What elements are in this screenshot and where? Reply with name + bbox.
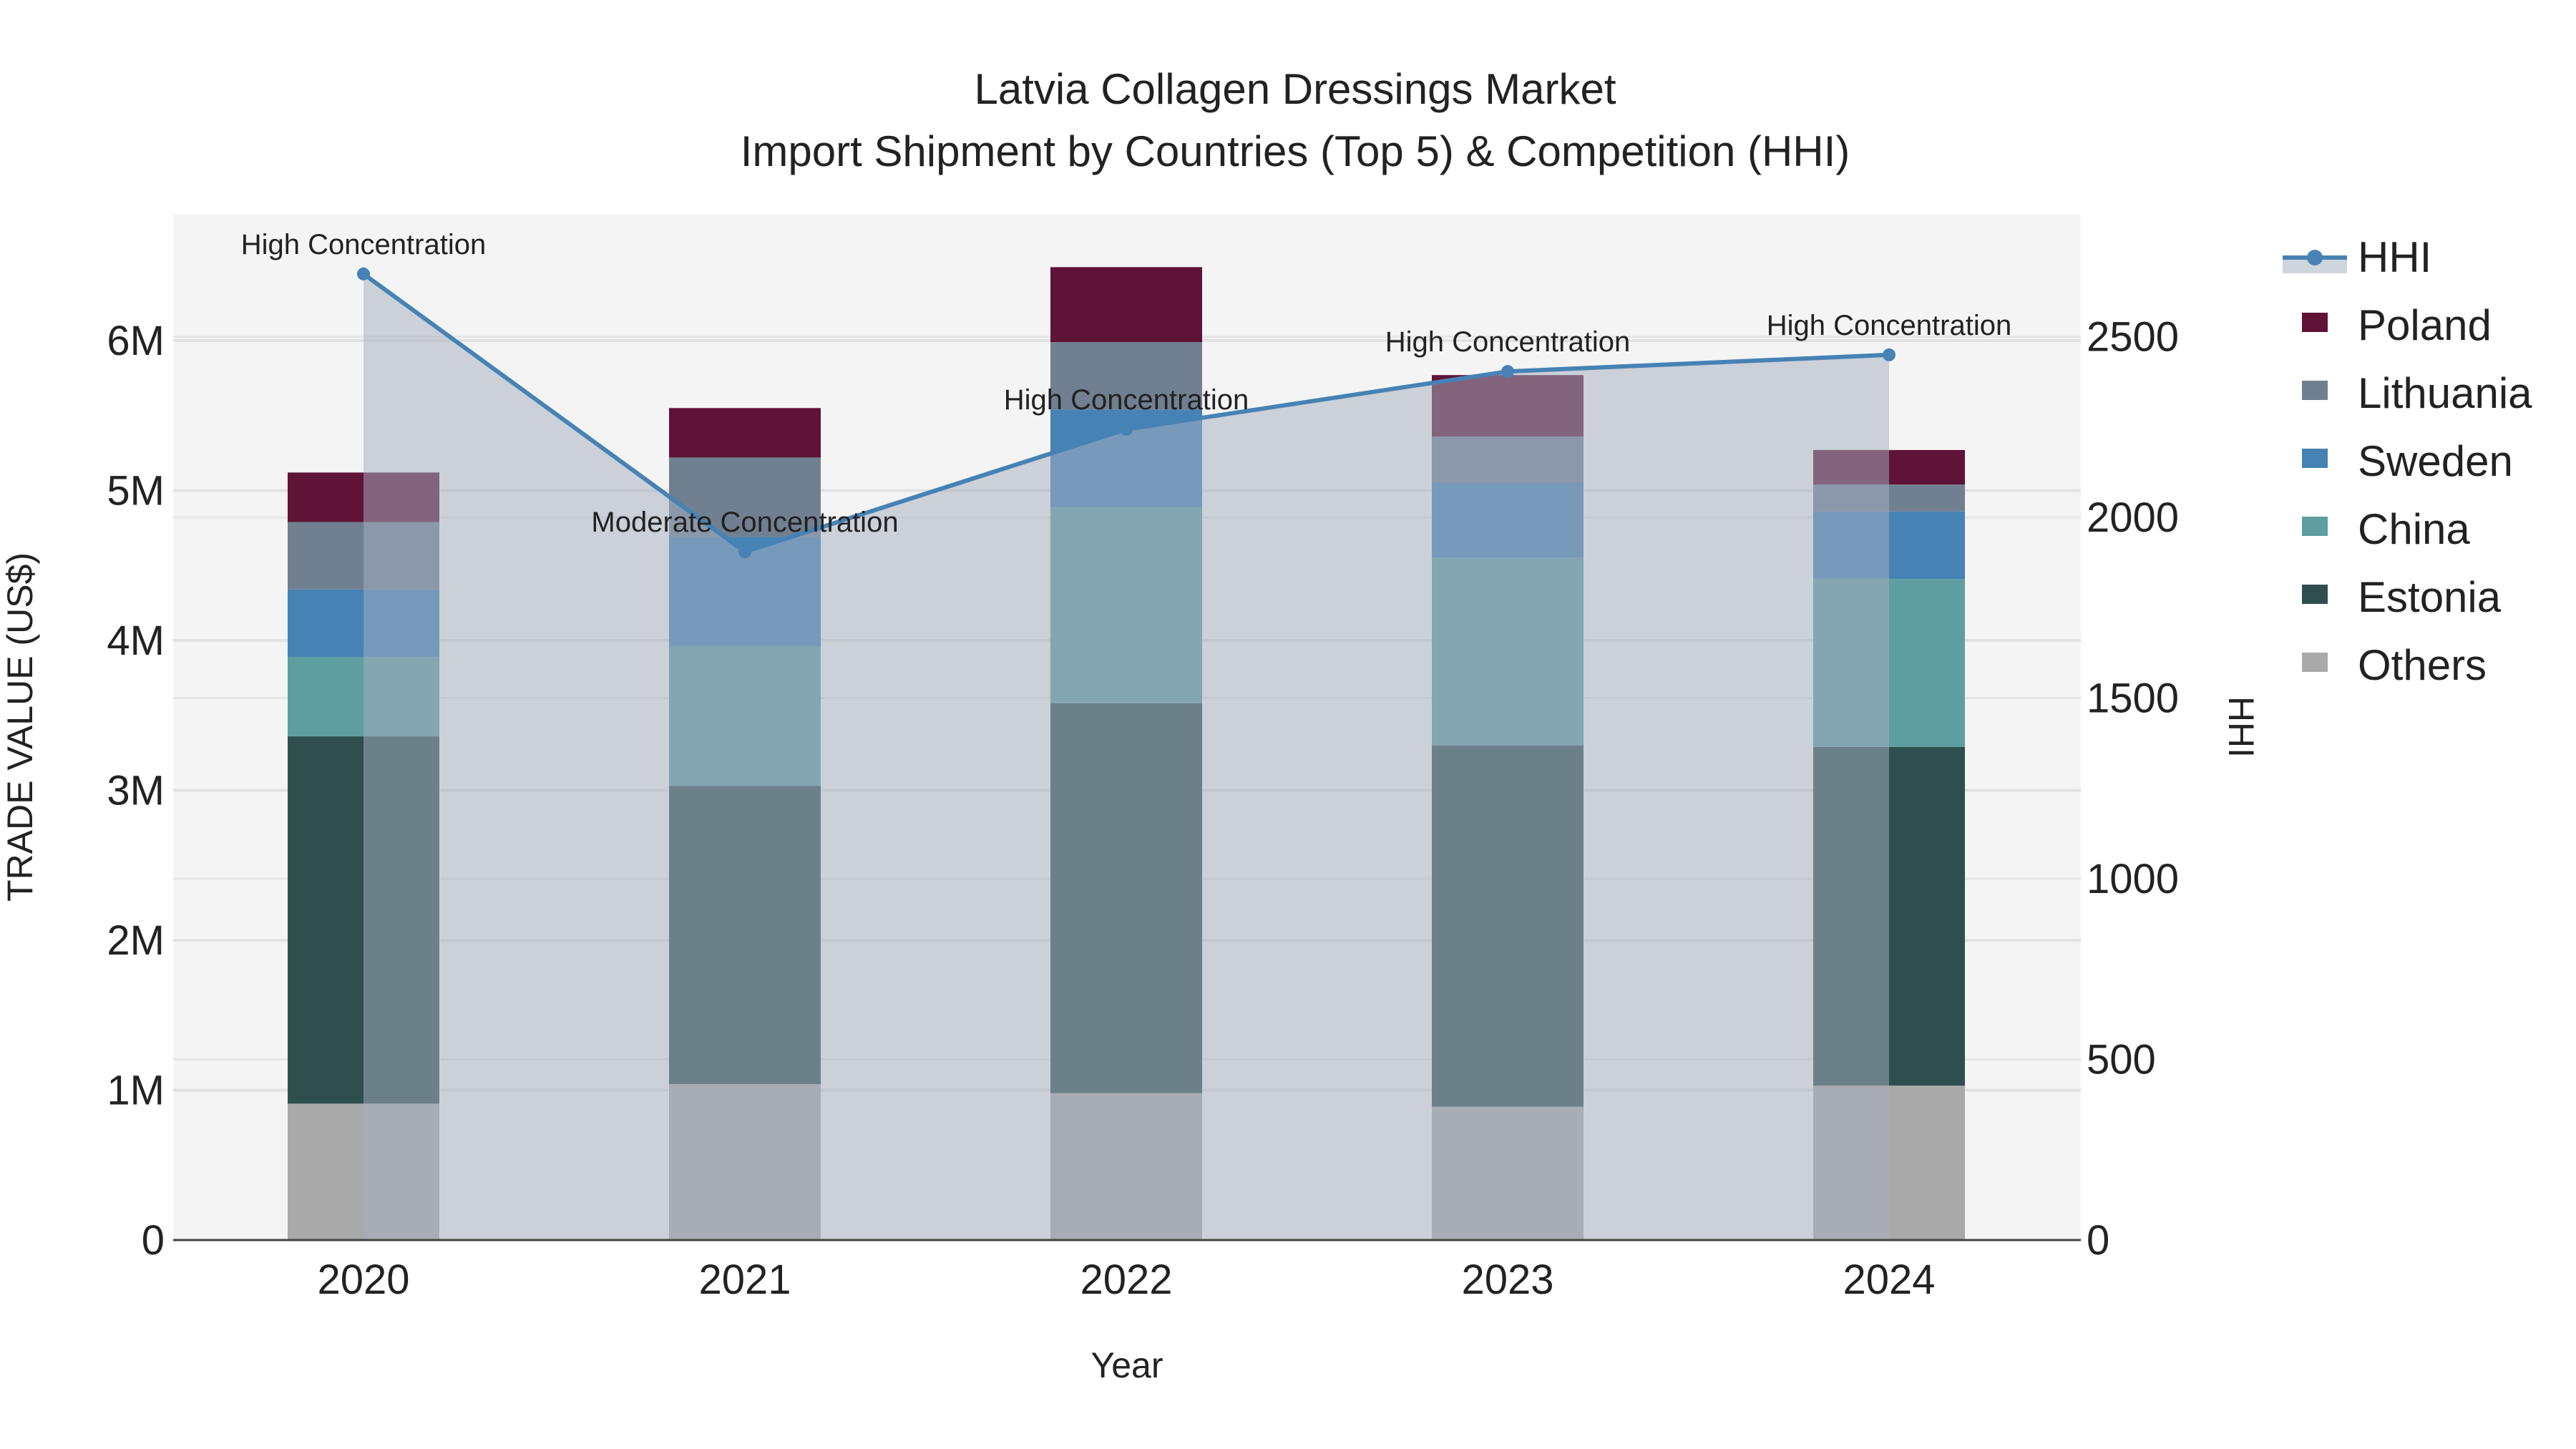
y-axis-label: TRADE VALUE (US$) [0, 552, 40, 902]
hhi-point-2022 [1120, 422, 1133, 436]
legend-swatch-poland [2302, 313, 2328, 332]
legend: HHI Poland Lithuania Sweden China Estonia Othe… [2283, 233, 2532, 689]
y-tick-label: 3M [107, 767, 165, 814]
x-tick-label: 2021 [698, 1257, 791, 1303]
y-tick-label: 4M [107, 618, 165, 664]
x-tick-label: 2024 [1843, 1257, 1935, 1303]
legend-swatch-estonia [2302, 585, 2328, 604]
legend-swatch-others [2302, 653, 2328, 672]
hhi-annotation: High Concentration [1004, 384, 1249, 416]
y-tick-label: 5M [107, 467, 165, 514]
legend-label-others: Others [2358, 641, 2487, 689]
y2-tick-label: 0 [2087, 1217, 2109, 1264]
hhi-point-2021 [738, 545, 751, 559]
legend-label-poland: Poland [2358, 301, 2492, 349]
y-tick-label: 0 [142, 1217, 165, 1264]
x-axis-ticks: 2020 2021 2022 2023 2024 [317, 1257, 1935, 1303]
legend-label-lithuania: Lithuania [2358, 369, 2532, 417]
x-tick-label: 2022 [1080, 1257, 1172, 1303]
y2-tick-label: 2000 [2087, 494, 2179, 541]
legend-label-hhi: HHI [2358, 233, 2431, 281]
bar-poland-2021 [669, 408, 821, 458]
x-tick-label: 2023 [1461, 1257, 1553, 1303]
y-axis-ticks: 0 1M 2M 3M 4M 5M 6M [107, 318, 165, 1264]
y-tick-label: 1M [107, 1067, 165, 1113]
hhi-point-2024 [1883, 348, 1896, 361]
legend-label-china: China [2358, 505, 2470, 553]
hhi-annotation: Moderate Concentration [591, 507, 898, 538]
chart-subtitle: Import Shipment by Countries (Top 5) & C… [741, 127, 1850, 175]
x-tick-label: 2020 [317, 1257, 409, 1303]
hhi-point-2023 [1501, 365, 1514, 379]
bar-poland-2022 [1050, 267, 1202, 343]
legend-hhi-marker [2307, 250, 2323, 265]
legend-swatch-china [2302, 517, 2328, 536]
y2-tick-label: 2500 [2087, 314, 2179, 361]
hhi-point-2020 [357, 267, 370, 280]
y-tick-label: 6M [107, 318, 165, 364]
chart: Latvia Collagen Dressings Market Import … [0, 65, 2532, 1385]
hhi-annotation: High Concentration [1385, 326, 1630, 358]
y-tick-label: 2M [107, 917, 165, 964]
y2-tick-label: 500 [2087, 1037, 2156, 1083]
y2-axis-label: HHI [2221, 696, 2261, 758]
legend-label-estonia: Estonia [2358, 573, 2502, 621]
legend-swatch-lithuania [2302, 381, 2328, 400]
legend-swatch-sweden [2302, 449, 2328, 468]
hhi-annotation: High Concentration [1767, 310, 2011, 341]
y2-axis-ticks: 0 500 1000 1500 2000 2500 [2087, 314, 2179, 1264]
legend-label-sweden: Sweden [2358, 437, 2513, 485]
chart-title: Latvia Collagen Dressings Market [974, 65, 1616, 113]
y2-tick-label: 1500 [2087, 675, 2179, 722]
x-axis-label: Year [1091, 1345, 1163, 1385]
y2-tick-label: 1000 [2087, 856, 2179, 902]
hhi-annotation: High Concentration [241, 229, 486, 260]
